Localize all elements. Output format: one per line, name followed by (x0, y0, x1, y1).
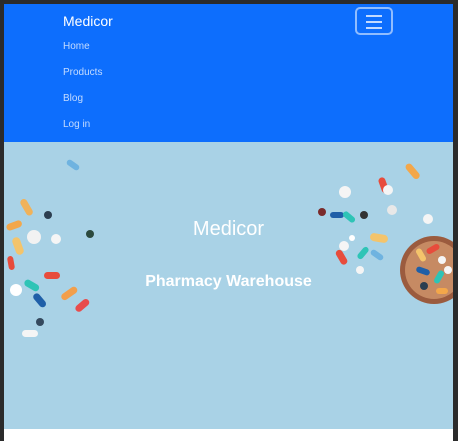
hero-subtitle: Pharmacy Warehouse (145, 273, 312, 290)
navbar: Medicor Home Products Blog Log in (4, 4, 453, 142)
nav-link-products[interactable]: Products (63, 64, 102, 90)
brand-link[interactable]: Medicor (63, 13, 113, 29)
nav-links: Home Products Blog Log in (63, 38, 102, 142)
nav-link-login[interactable]: Log in (63, 116, 102, 142)
hero-title: Medicor (192, 218, 265, 240)
nav-link-home[interactable]: Home (63, 38, 102, 64)
page: Medicor Home Products Blog Log in Medico… (4, 4, 453, 441)
hamburger-line (366, 27, 382, 29)
hero-banner: Medicor Pharmacy Warehouse (4, 142, 453, 429)
hamburger-menu-icon (366, 15, 382, 17)
navbar-toggler-button[interactable] (355, 7, 393, 35)
hamburger-line (366, 21, 382, 23)
nav-link-blog[interactable]: Blog (63, 90, 102, 116)
